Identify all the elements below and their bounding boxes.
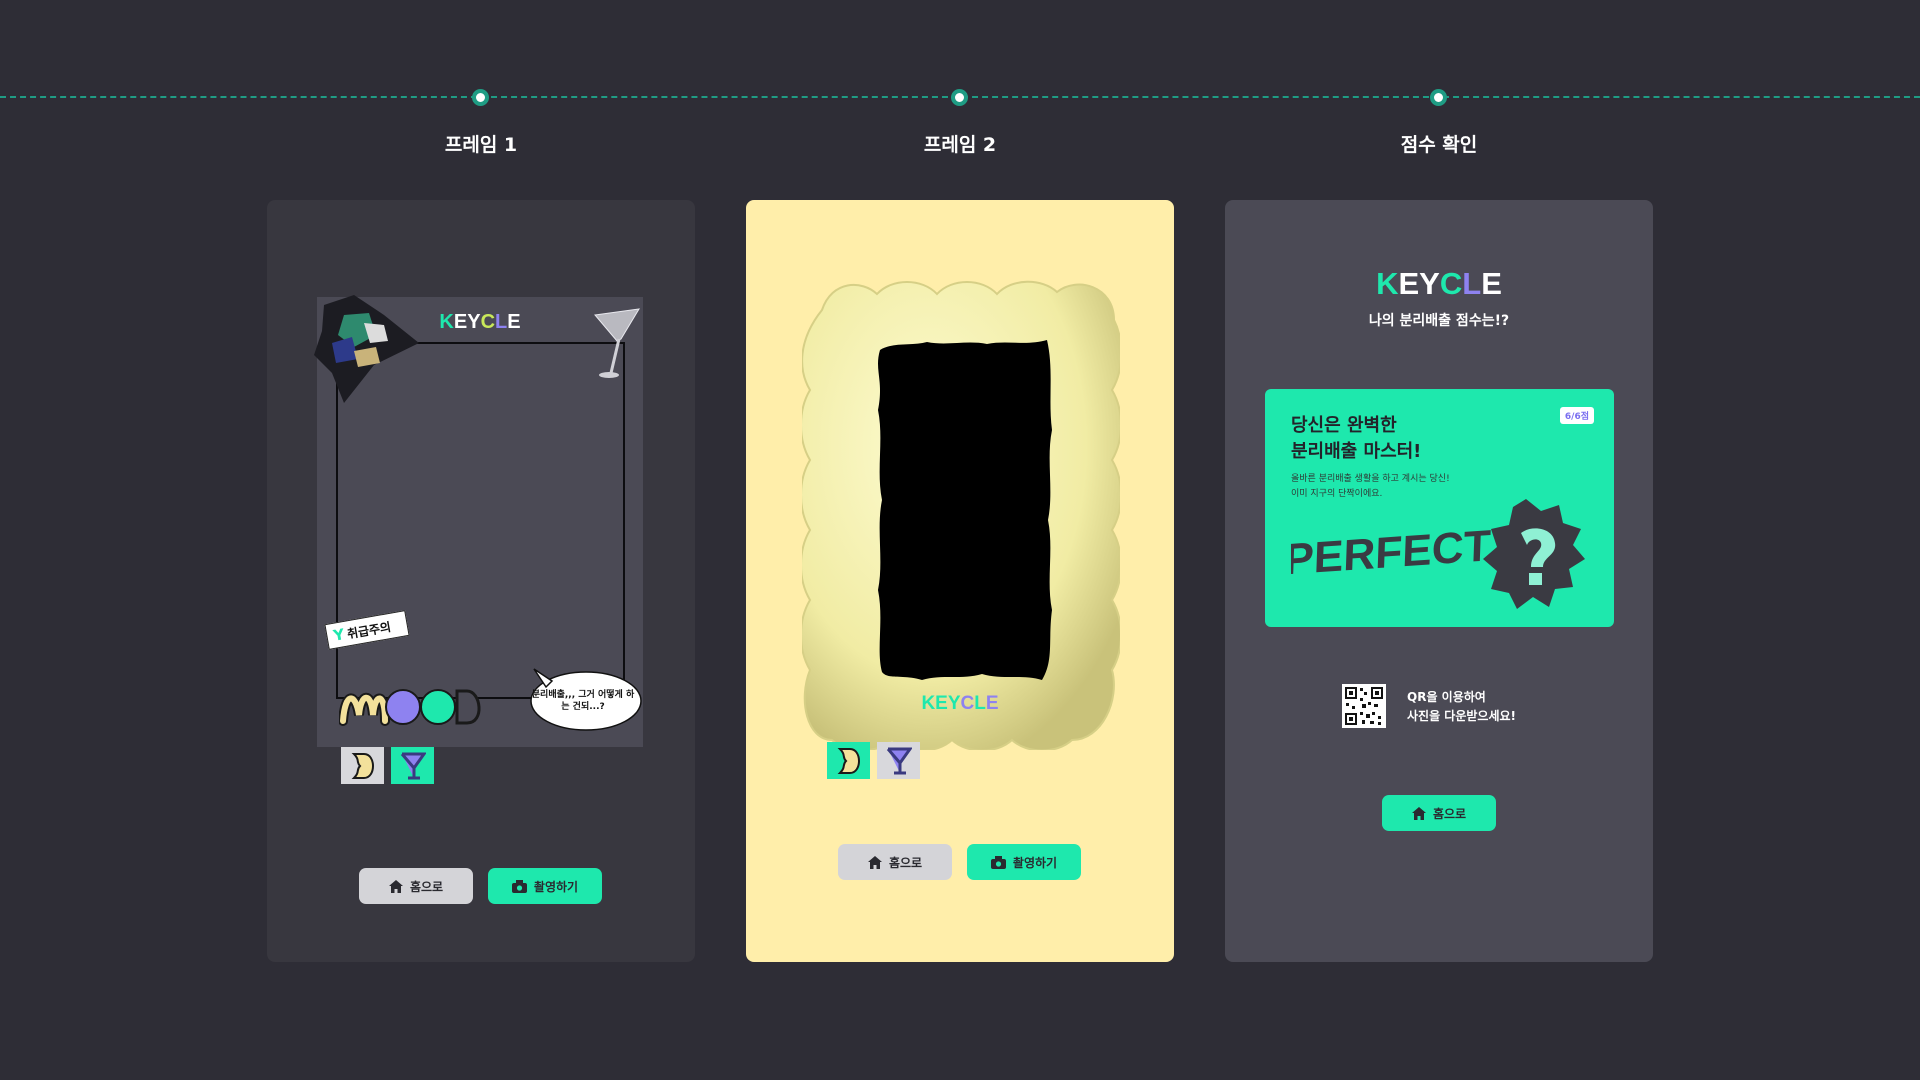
frame2-panel: KEYCLE 홈으로 촬영하기 xyxy=(746,200,1174,962)
qr-instructions: QR을 이용하여 사진을 다운받으세요! xyxy=(1407,688,1516,726)
cocktail-glass-icon xyxy=(594,308,640,378)
score-title-line2: 분리배출 마스터! xyxy=(1291,441,1422,462)
camera-icon xyxy=(990,855,1006,869)
keycle-logo: KEYCLE xyxy=(1376,266,1502,301)
face-sticker-icon xyxy=(351,752,374,779)
thumb-face[interactable] xyxy=(827,742,870,779)
home-button-label: 홈으로 xyxy=(1432,806,1467,821)
home-icon xyxy=(867,855,882,869)
photo-frame-1: KEYCLE Y 취급주의 분리배출,,, 그거 어떻게 하는 건되...? xyxy=(314,295,643,747)
score-card: 6/6점 당신은 완벽한 분리배출 마스터! 올바른 분리배출 생활을 하고 계… xyxy=(1265,389,1614,627)
home-button[interactable]: 홈으로 xyxy=(1382,795,1496,831)
home-button-label: 홈으로 xyxy=(888,855,923,870)
speech-text: 분리배출,,, 그거 어떻게 하는 건되...? xyxy=(531,690,635,712)
capture-button-label: 촬영하기 xyxy=(1012,855,1058,870)
step-label-frame2: 프레임 2 xyxy=(923,134,997,156)
qr-line2: 사진을 다운받으세요! xyxy=(1407,709,1517,723)
home-icon xyxy=(1411,806,1426,820)
sticker-thumbnails xyxy=(341,747,434,784)
thumb-glass[interactable] xyxy=(877,742,920,779)
qr-code-icon[interactable] xyxy=(1342,684,1386,728)
step-dot-1[interactable] xyxy=(472,89,489,106)
keycle-logo: KEYCLE xyxy=(921,693,999,714)
y-glass-icon xyxy=(400,752,426,779)
home-button[interactable]: 홈으로 xyxy=(838,844,952,880)
score-title: 당신은 완벽한 분리배출 마스터! xyxy=(1291,413,1421,465)
capture-button[interactable]: 촬영하기 xyxy=(488,868,602,904)
thumb-glass[interactable] xyxy=(391,747,434,784)
crumpled-trash-icon xyxy=(314,295,419,403)
score-title-line1: 당신은 완벽한 xyxy=(1291,415,1397,436)
home-button-label: 홈으로 xyxy=(409,879,444,894)
capture-button-label: 촬영하기 xyxy=(533,879,579,894)
cloud-photo-frame xyxy=(802,280,1120,750)
mood-sticker xyxy=(339,689,481,726)
step-dot-3[interactable] xyxy=(1430,89,1447,106)
step-label-frame1: 프레임 1 xyxy=(444,134,518,156)
face-sticker-icon xyxy=(837,747,860,774)
score-panel: KEYCLE 나의 분리배출 점수는!? 6/6점 당신은 완벽한 분리배출 마… xyxy=(1225,200,1653,962)
score-desc-line1: 올바른 분리배출 생활을 하고 계시는 당신! xyxy=(1291,474,1450,484)
score-badge: 6/6점 xyxy=(1559,407,1594,424)
home-button[interactable]: 홈으로 xyxy=(359,868,473,904)
frame1-panel: KEYCLE Y 취급주의 분리배출,,, 그거 어떻게 하는 건되...? 홈… xyxy=(267,200,695,962)
perfect-badge-illustration: PERFECT xyxy=(1291,499,1585,609)
step-dot-2[interactable] xyxy=(951,89,968,106)
caution-label: 취급주의 xyxy=(346,619,392,641)
y-glass-icon xyxy=(886,747,912,774)
camera-icon xyxy=(511,879,527,893)
y-logo-icon: Y xyxy=(331,625,346,645)
thumb-face[interactable] xyxy=(341,747,384,784)
sticker-thumbnails xyxy=(827,742,920,779)
score-subtitle: 나의 분리배출 점수는!? xyxy=(1368,313,1510,329)
qr-line1: QR을 이용하여 xyxy=(1407,690,1486,704)
capture-button[interactable]: 촬영하기 xyxy=(967,844,1081,880)
step-label-score: 점수 확인 xyxy=(1400,134,1478,156)
perfect-word: PERFECT xyxy=(1291,521,1492,584)
home-icon xyxy=(388,879,403,893)
